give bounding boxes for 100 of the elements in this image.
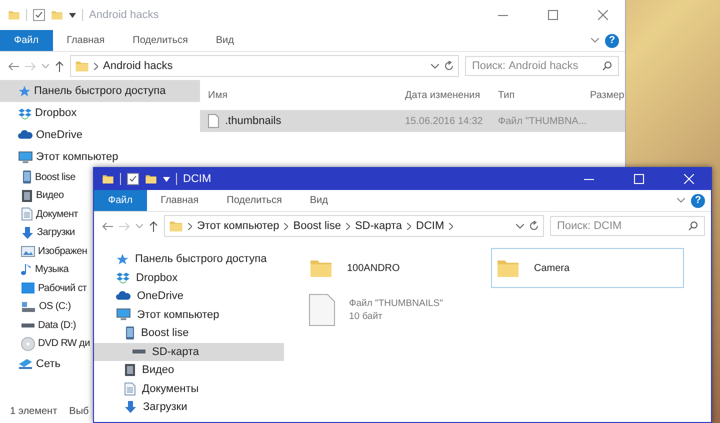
nav-item[interactable]: Панель быстрого доступа — [94, 250, 284, 268]
breadcrumb[interactable]: Android hacks — [103, 60, 173, 72]
nav-item[interactable]: Панель быстрого доступа — [0, 80, 200, 102]
file-icon — [208, 114, 219, 128]
nav-item[interactable]: Этот компьютер — [94, 306, 284, 324]
caret-icon[interactable] — [69, 12, 76, 18]
window-title: DCIM — [183, 173, 212, 185]
nav-item[interactable]: Этот компьютер — [0, 146, 118, 168]
nav-item[interactable]: Документы — [94, 380, 284, 398]
breadcrumb[interactable]: Boost lise — [293, 220, 341, 232]
nav-item[interactable]: Изображен — [0, 242, 88, 260]
nav-label: Boost lise — [141, 327, 189, 340]
dropbox-icon — [116, 271, 130, 284]
help-button[interactable]: ? — [605, 34, 619, 48]
nav-item[interactable]: Dropbox — [94, 268, 284, 287]
nav-label: Видео — [142, 364, 174, 376]
breadcrumb[interactable]: DCIM — [416, 220, 444, 232]
nav-item[interactable]: OneDrive — [0, 124, 82, 146]
ribbon-tab[interactable]: Главная — [52, 30, 119, 51]
file-tile[interactable]: Файл "THUMBNAILS" 10 байт — [304, 290, 491, 330]
chevron-right-icon — [94, 62, 98, 70]
nav-label: Панель быстрого доступа — [34, 85, 166, 97]
nav-label: Сеть — [36, 358, 60, 370]
phone-icon — [21, 170, 32, 184]
nav-item[interactable]: OneDrive — [94, 287, 284, 306]
address-bar[interactable]: Android hacks — [70, 55, 459, 77]
search-icon — [602, 61, 612, 71]
column-header[interactable]: Имя — [200, 90, 397, 100]
document-icon — [124, 382, 136, 396]
download-arrow-icon — [124, 400, 137, 414]
folder-tile[interactable]: Camera — [491, 248, 684, 288]
properties-icon — [127, 173, 139, 185]
nav-item[interactable]: Boost lise — [0, 168, 76, 186]
star-icon — [18, 84, 31, 98]
nav-item[interactable]: Boost lise — [94, 324, 284, 342]
nav-item[interactable]: Документ — [0, 205, 78, 224]
chevron-down-icon[interactable] — [677, 198, 685, 203]
nav-item[interactable]: Рабочий ст — [0, 279, 87, 298]
nav-label: Загрузки — [143, 401, 188, 414]
ribbon-tab[interactable]: Вид — [296, 190, 342, 211]
back-arrow-icon[interactable] — [8, 62, 19, 70]
breadcrumb[interactable]: Этот компьютер — [197, 220, 280, 232]
breadcrumb[interactable]: SD-карта — [354, 220, 402, 232]
nav-item[interactable]: Загрузки — [94, 398, 284, 416]
nav-item[interactable]: Видео — [0, 186, 64, 205]
chevron-down-icon[interactable] — [591, 38, 599, 43]
disc-icon — [21, 336, 35, 351]
nav-label: Видео — [36, 190, 64, 202]
star-icon — [116, 252, 129, 266]
status-text: Выб — [69, 406, 89, 416]
nav-label: OneDrive — [36, 129, 82, 141]
file-row[interactable]: .thumbnails 15.06.2016 14:32 Файл "THUMBNA... — [200, 110, 625, 132]
nav-label: OS (C:) — [39, 301, 71, 312]
nav-item[interactable]: Видео — [94, 361, 284, 380]
ribbon-tab[interactable]: Поделиться — [118, 30, 202, 51]
search-field[interactable]: Поиск: DCIM — [550, 216, 705, 236]
status-text: 1 элемент — [10, 406, 58, 416]
nav-item[interactable]: OS (C:) — [0, 298, 71, 316]
address-bar[interactable]: Этот компьютер Boost lise SD-карта DCIM — [164, 215, 544, 237]
minimize-icon — [498, 14, 508, 16]
ribbon-tab[interactable]: Вид — [202, 30, 248, 51]
nav-item[interactable]: SD-карта — [94, 342, 284, 361]
column-header[interactable]: Дата изменения — [397, 90, 490, 100]
folder-tile[interactable]: 100ANDRO — [304, 248, 491, 288]
chevron-right-icon — [188, 222, 192, 230]
column-header[interactable]: Размер — [582, 90, 625, 100]
refresh-icon[interactable] — [444, 61, 454, 71]
back-arrow-icon[interactable] — [102, 222, 113, 230]
picture-icon — [21, 246, 35, 257]
nav-item[interactable]: Dropbox — [0, 102, 77, 124]
nav-item[interactable]: Загрузки — [0, 224, 75, 242]
chevron-right-icon — [346, 222, 350, 230]
up-arrow-icon[interactable] — [55, 60, 64, 72]
nav-item[interactable]: Музыка — [0, 260, 69, 279]
monitor-icon — [116, 308, 131, 322]
nav-label: Data (D:) — [38, 320, 76, 331]
ribbon-tab[interactable]: Поделиться — [212, 190, 296, 211]
chevron-down-icon[interactable] — [516, 224, 524, 228]
nav-item[interactable]: Сеть — [0, 353, 60, 375]
music-note-icon — [21, 262, 32, 277]
ribbon-tab[interactable]: Файл — [0, 30, 53, 51]
chevron-right-icon — [284, 222, 288, 230]
chevron-down-icon[interactable] — [431, 64, 439, 68]
help-button[interactable]: ? — [691, 194, 705, 208]
nav-label: Изображен — [38, 246, 88, 257]
film-icon — [21, 188, 33, 203]
up-arrow-icon[interactable] — [149, 220, 158, 232]
nav-item[interactable]: Data (D:) — [0, 316, 76, 334]
nav-label: Этот компьютер — [137, 308, 220, 321]
properties-icon — [33, 9, 45, 21]
ribbon-tab[interactable]: Файл — [94, 190, 147, 211]
download-arrow-icon — [21, 226, 34, 240]
nav-item[interactable]: DVD RW ди — [0, 334, 90, 353]
column-header[interactable]: Тип — [490, 90, 582, 100]
nav-label: Панель быстрого доступа — [135, 253, 267, 266]
search-field[interactable]: Поиск: Android hacks — [465, 56, 619, 76]
monitor-icon — [18, 150, 33, 164]
ribbon-tab[interactable]: Главная — [146, 190, 213, 211]
caret-icon[interactable] — [163, 176, 170, 182]
refresh-icon[interactable] — [529, 221, 539, 231]
